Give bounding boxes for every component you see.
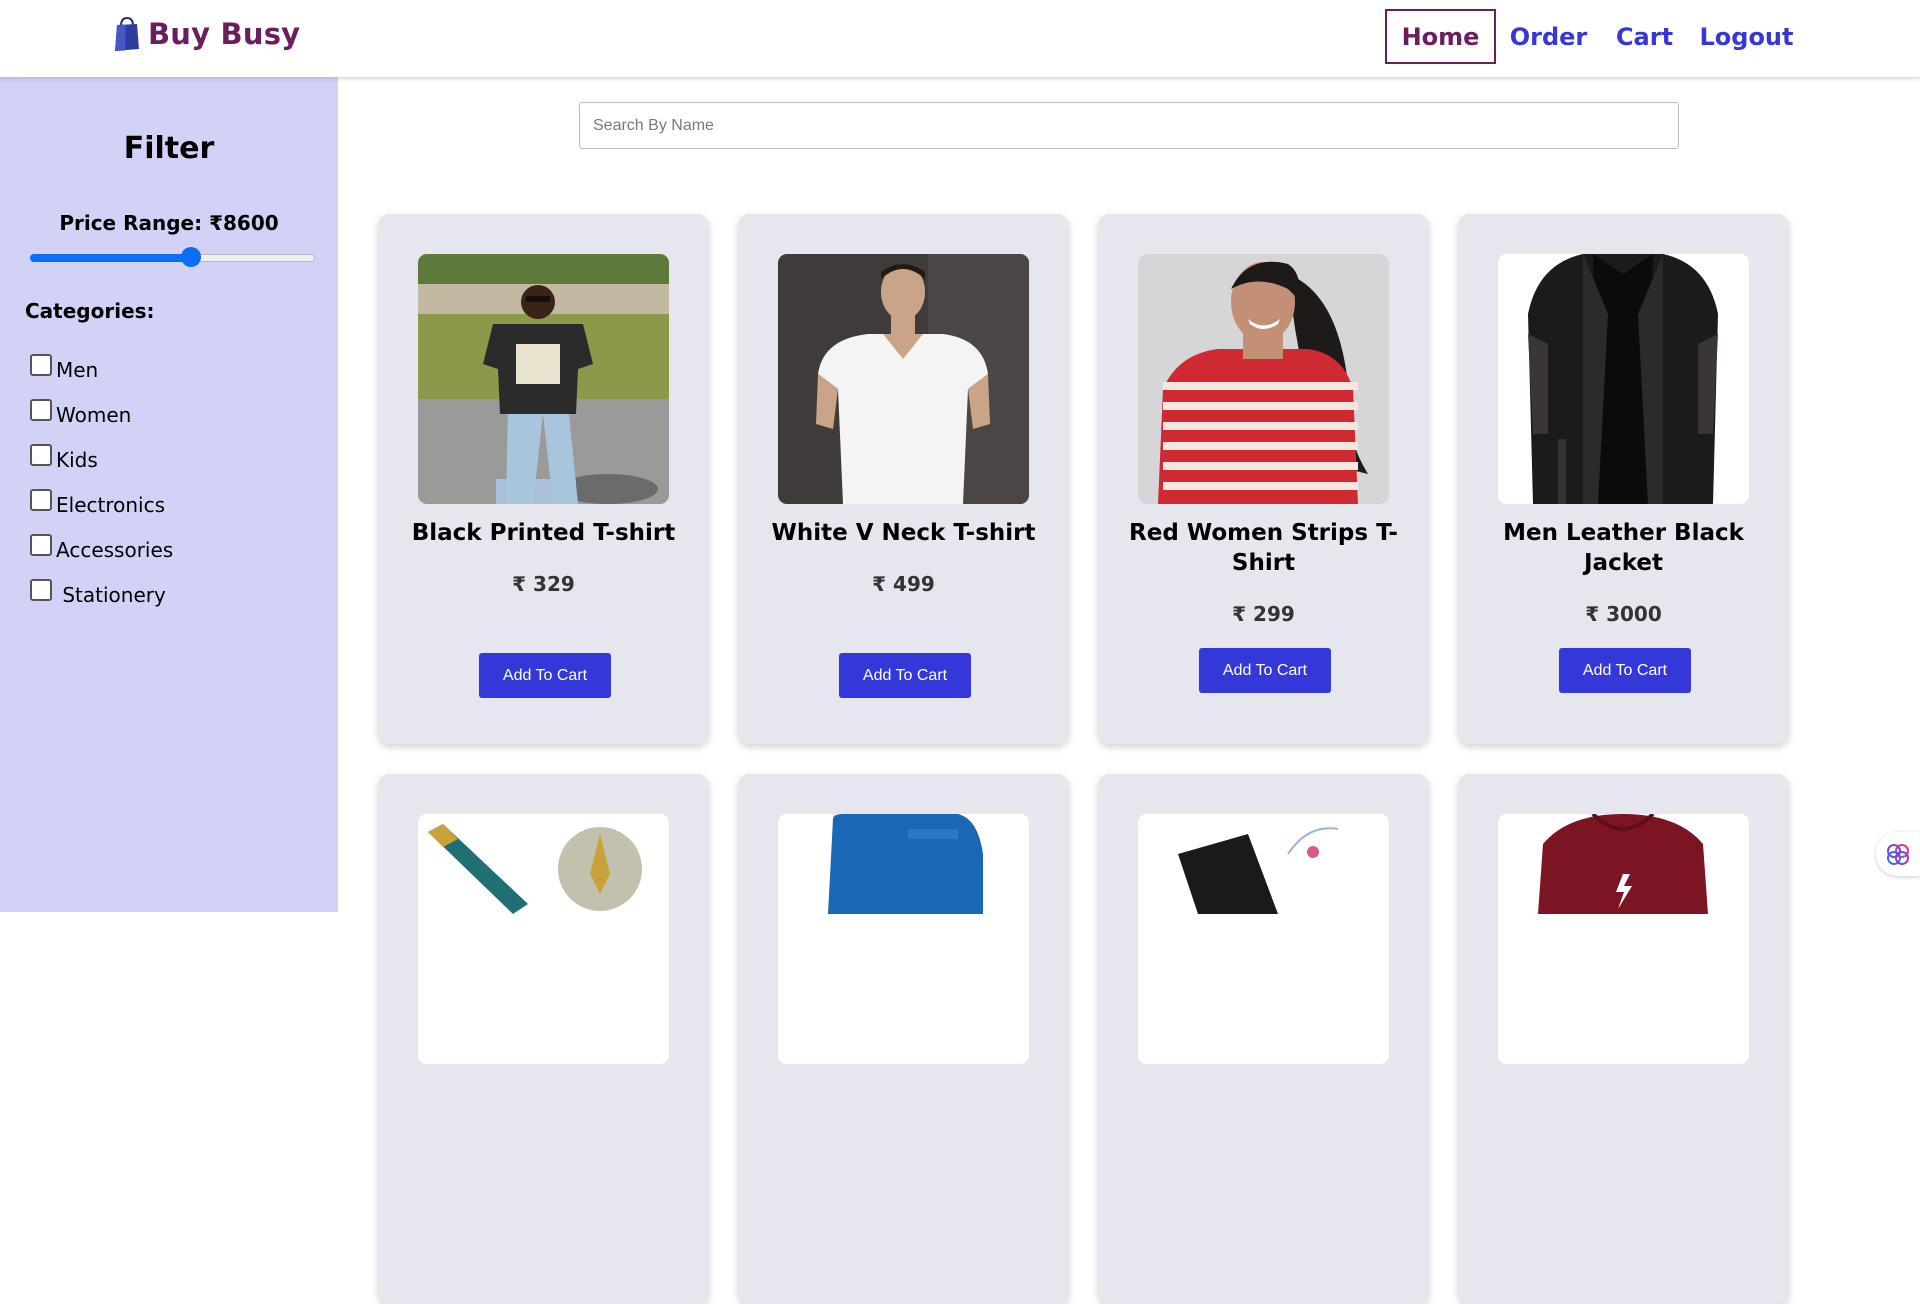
assistant-button[interactable] <box>1876 832 1920 876</box>
category-item-women[interactable]: Women <box>30 399 173 444</box>
category-checkbox[interactable] <box>30 534 52 556</box>
nav-order-link[interactable]: Order <box>1496 9 1601 64</box>
brain-icon <box>1887 844 1909 865</box>
slider-fill <box>30 254 191 262</box>
category-label: Men <box>56 358 99 382</box>
product-name: Black Printed T-shirt <box>411 520 676 546</box>
product-image <box>1138 814 1389 1064</box>
category-checkbox[interactable] <box>30 354 52 376</box>
slider-thumb[interactable] <box>181 247 201 267</box>
category-checkbox[interactable] <box>30 444 52 466</box>
product-image <box>778 254 1029 504</box>
nav-links: Home Order Cart Logout <box>1385 9 1805 64</box>
brand[interactable]: Buy Busy <box>114 16 300 52</box>
shopping-bag-icon <box>115 16 139 51</box>
product-image <box>778 814 1029 1064</box>
product-name: White V Neck T-shirt <box>771 520 1036 546</box>
filter-sidebar: Filter Price Range: ₹8600 Categories: Me… <box>0 77 338 912</box>
add-to-cart-button[interactable]: Add To Cart <box>839 653 971 698</box>
category-list: Men Women Kids Electronics Accessories S… <box>30 354 173 624</box>
category-checkbox[interactable] <box>30 399 52 421</box>
product-card: Black Printed T-shirt ₹ 329 Add To Cart <box>378 214 709 744</box>
nav-cart-link[interactable]: Cart <box>1601 9 1688 64</box>
category-label: Electronics <box>56 493 166 517</box>
price-range-slider[interactable] <box>30 247 315 269</box>
product-price: ₹ 499 <box>872 572 935 596</box>
categories-label: Categories: <box>25 299 155 323</box>
product-card <box>738 774 1069 1304</box>
price-range-label: Price Range: ₹8600 <box>59 211 279 235</box>
category-item-stationery[interactable]: Stationery <box>30 579 173 624</box>
product-card <box>1098 774 1429 1304</box>
category-checkbox[interactable] <box>30 489 52 511</box>
product-card: Men Leather Black Jacket ₹ 3000 Add To C… <box>1458 214 1789 744</box>
product-name: Men Leather Black Jacket <box>1503 520 1744 576</box>
product-image <box>1498 814 1749 1064</box>
category-checkbox[interactable] <box>30 579 52 601</box>
product-image <box>418 254 669 504</box>
product-image <box>1138 254 1389 504</box>
category-item-kids[interactable]: Kids <box>30 444 173 489</box>
product-card <box>378 774 709 1304</box>
product-card: White V Neck T-shirt ₹ 499 Add To Cart <box>738 214 1069 744</box>
add-to-cart-button[interactable]: Add To Cart <box>1559 648 1691 693</box>
add-to-cart-button[interactable]: Add To Cart <box>479 653 611 698</box>
brand-name: Buy Busy <box>148 17 301 51</box>
nav-home-link[interactable]: Home <box>1385 9 1496 64</box>
product-price: ₹ 3000 <box>1585 602 1662 626</box>
product-price: ₹ 299 <box>1232 602 1295 626</box>
category-item-men[interactable]: Men <box>30 354 173 399</box>
product-image <box>1498 254 1749 504</box>
category-item-electronics[interactable]: Electronics <box>30 489 173 534</box>
category-label: Women <box>56 403 132 427</box>
search-input[interactable] <box>579 102 1679 149</box>
navbar: Buy Busy Home Order Cart Logout <box>0 0 1920 77</box>
category-label: Stationery <box>56 583 166 607</box>
product-name: Red Women Strips T-Shirt <box>1129 520 1398 576</box>
category-label: Accessories <box>56 538 174 562</box>
add-to-cart-button[interactable]: Add To Cart <box>1199 648 1331 693</box>
product-image <box>418 814 669 1064</box>
product-card <box>1458 774 1789 1304</box>
product-price: ₹ 329 <box>512 572 575 596</box>
nav-logout-link[interactable]: Logout <box>1688 9 1805 64</box>
product-card: Red Women Strips T-Shirt ₹ 299 Add To Ca… <box>1098 214 1429 744</box>
filter-title: Filter <box>123 131 215 166</box>
category-label: Kids <box>56 448 98 472</box>
category-item-accessories[interactable]: Accessories <box>30 534 173 579</box>
